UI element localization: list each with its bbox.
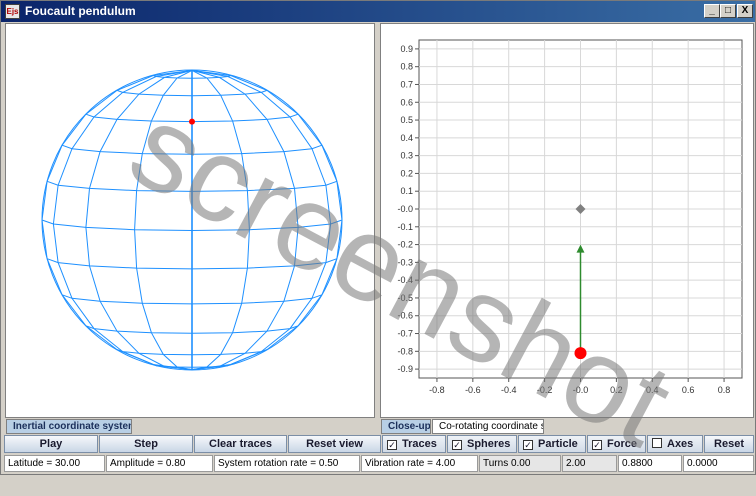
reset-button[interactable]: Reset (704, 435, 754, 453)
y-tick-label: -0.1 (397, 222, 413, 232)
minimize-button[interactable]: _ (704, 4, 720, 18)
x-tick-label: -0.4 (501, 385, 517, 395)
x-tick-label: -0.0 (573, 385, 589, 395)
y-tick-label: -0.0 (397, 204, 413, 214)
inertial-view-panel[interactable] (5, 23, 375, 418)
rotation-rate-field[interactable]: System rotation rate = 0.50 (214, 455, 360, 472)
app-icon: Ejs (5, 4, 20, 19)
sphere-mesh (41, 69, 343, 371)
y-tick-label: 0.6 (400, 97, 413, 107)
axes-label: Axes (667, 438, 694, 450)
turns-display: Turns 0.00 (479, 455, 561, 472)
pendulum-marker (189, 118, 195, 125)
force-check-icon: ✓ (592, 440, 602, 450)
y-tick-label: -0.6 (397, 311, 413, 321)
y-tick-label: 0.3 (400, 151, 413, 161)
y-tick-label: 0.7 (400, 79, 413, 89)
spheres-check-icon: ✓ (452, 440, 462, 450)
y-tick-label: 0.8 (400, 62, 413, 72)
axes-checkbox[interactable]: Axes (647, 435, 703, 453)
x-tick-label: 0.8 (718, 385, 731, 395)
x-tick-label: -0.2 (537, 385, 553, 395)
y-tick-label: 0.9 (400, 44, 413, 54)
value-display-2: 0.8800 (618, 455, 682, 472)
window-title: Foucault pendulum (25, 4, 136, 18)
pendulum-particle[interactable] (574, 347, 587, 360)
closeup-plot[interactable]: -0.8 -0.6 -0.4 -0.2 -0.0 0.2 0.4 0.6 0.8 0.9 0.8 0.… (381, 24, 753, 417)
traces-label: Traces (402, 438, 437, 450)
y-tick-label: -0.2 (397, 240, 413, 250)
y-tick-label: 0.4 (400, 133, 413, 143)
x-tick-label: 0.6 (682, 385, 695, 395)
traces-checkbox[interactable]: ✓ Traces (382, 435, 446, 453)
vibration-rate-field[interactable]: Vibration rate = 4.00 (361, 455, 478, 472)
sphere-meridian (191, 69, 299, 371)
reset-view-button[interactable]: Reset view (288, 435, 381, 453)
y-tick-label: -0.7 (397, 329, 413, 339)
sphere-wireframe[interactable] (6, 24, 374, 417)
x-tick-label: 0.4 (646, 385, 659, 395)
force-checkbox[interactable]: ✓ Force (587, 435, 646, 453)
force-label: Force (607, 438, 637, 450)
value-display-1: 2.00 (562, 455, 617, 472)
latitude-field[interactable]: Latitude = 30.00 (4, 455, 105, 472)
y-tick-label: -0.4 (397, 275, 413, 285)
x-tick-label: -0.6 (465, 385, 481, 395)
sphere-meridian (41, 69, 193, 371)
y-tick-label: 0.5 (400, 115, 413, 125)
y-tick-label: -0.9 (397, 364, 413, 374)
tab-inertial-coordinate-system[interactable]: Inertial coordinate system (6, 419, 132, 434)
tab-close-up[interactable]: Close-up (381, 419, 431, 434)
y-tick-label: -0.3 (397, 257, 413, 267)
sphere-meridian (52, 69, 193, 371)
sphere-meridian (191, 69, 250, 371)
y-tick-label: 0.2 (400, 168, 413, 178)
step-button[interactable]: Step (99, 435, 193, 453)
y-tick-label: -0.8 (397, 346, 413, 356)
x-tick-label: -0.8 (429, 385, 445, 395)
spheres-checkbox[interactable]: ✓ Spheres (447, 435, 517, 453)
control-bar: Play Step Clear traces Reset view ✓ Trace… (4, 435, 754, 453)
value-display-3: 0.0000 (683, 455, 754, 472)
clear-traces-button[interactable]: Clear traces (194, 435, 287, 453)
close-button[interactable]: X (737, 4, 753, 18)
x-tick-label: 0.2 (610, 385, 623, 395)
sphere-meridian (191, 69, 332, 371)
tab-co-rotating-coordinate-system[interactable]: Co-rotating coordinate s... (432, 419, 544, 434)
axes-check-icon (652, 438, 662, 448)
parameter-bar: Latitude = 30.00 Amplitude = 0.80 System… (4, 455, 754, 472)
amplitude-field[interactable]: Amplitude = 0.80 (106, 455, 213, 472)
maximize-button[interactable]: □ (720, 4, 736, 18)
sphere-meridian (85, 69, 193, 371)
sphere-meridian (134, 69, 193, 371)
particle-check-icon: ✓ (523, 440, 533, 450)
traces-check-icon: ✓ (387, 440, 397, 450)
sphere-meridian (191, 69, 343, 371)
y-tick-label: 0.1 (400, 186, 413, 196)
play-button[interactable]: Play (4, 435, 98, 453)
title-bar: Ejs Foucault pendulum _ □ X (1, 1, 755, 22)
app-window: Ejs Foucault pendulum _ □ X -0.8 -0.6 -0.4… (0, 0, 756, 475)
spheres-label: Spheres (467, 438, 511, 450)
particle-checkbox[interactable]: ✓ Particle (518, 435, 586, 453)
particle-label: Particle (538, 438, 578, 450)
closeup-plot-panel[interactable]: -0.8 -0.6 -0.4 -0.2 -0.0 0.2 0.4 0.6 0.8 0.9 0.8 0.… (380, 23, 754, 418)
y-tick-label: -0.5 (397, 293, 413, 303)
